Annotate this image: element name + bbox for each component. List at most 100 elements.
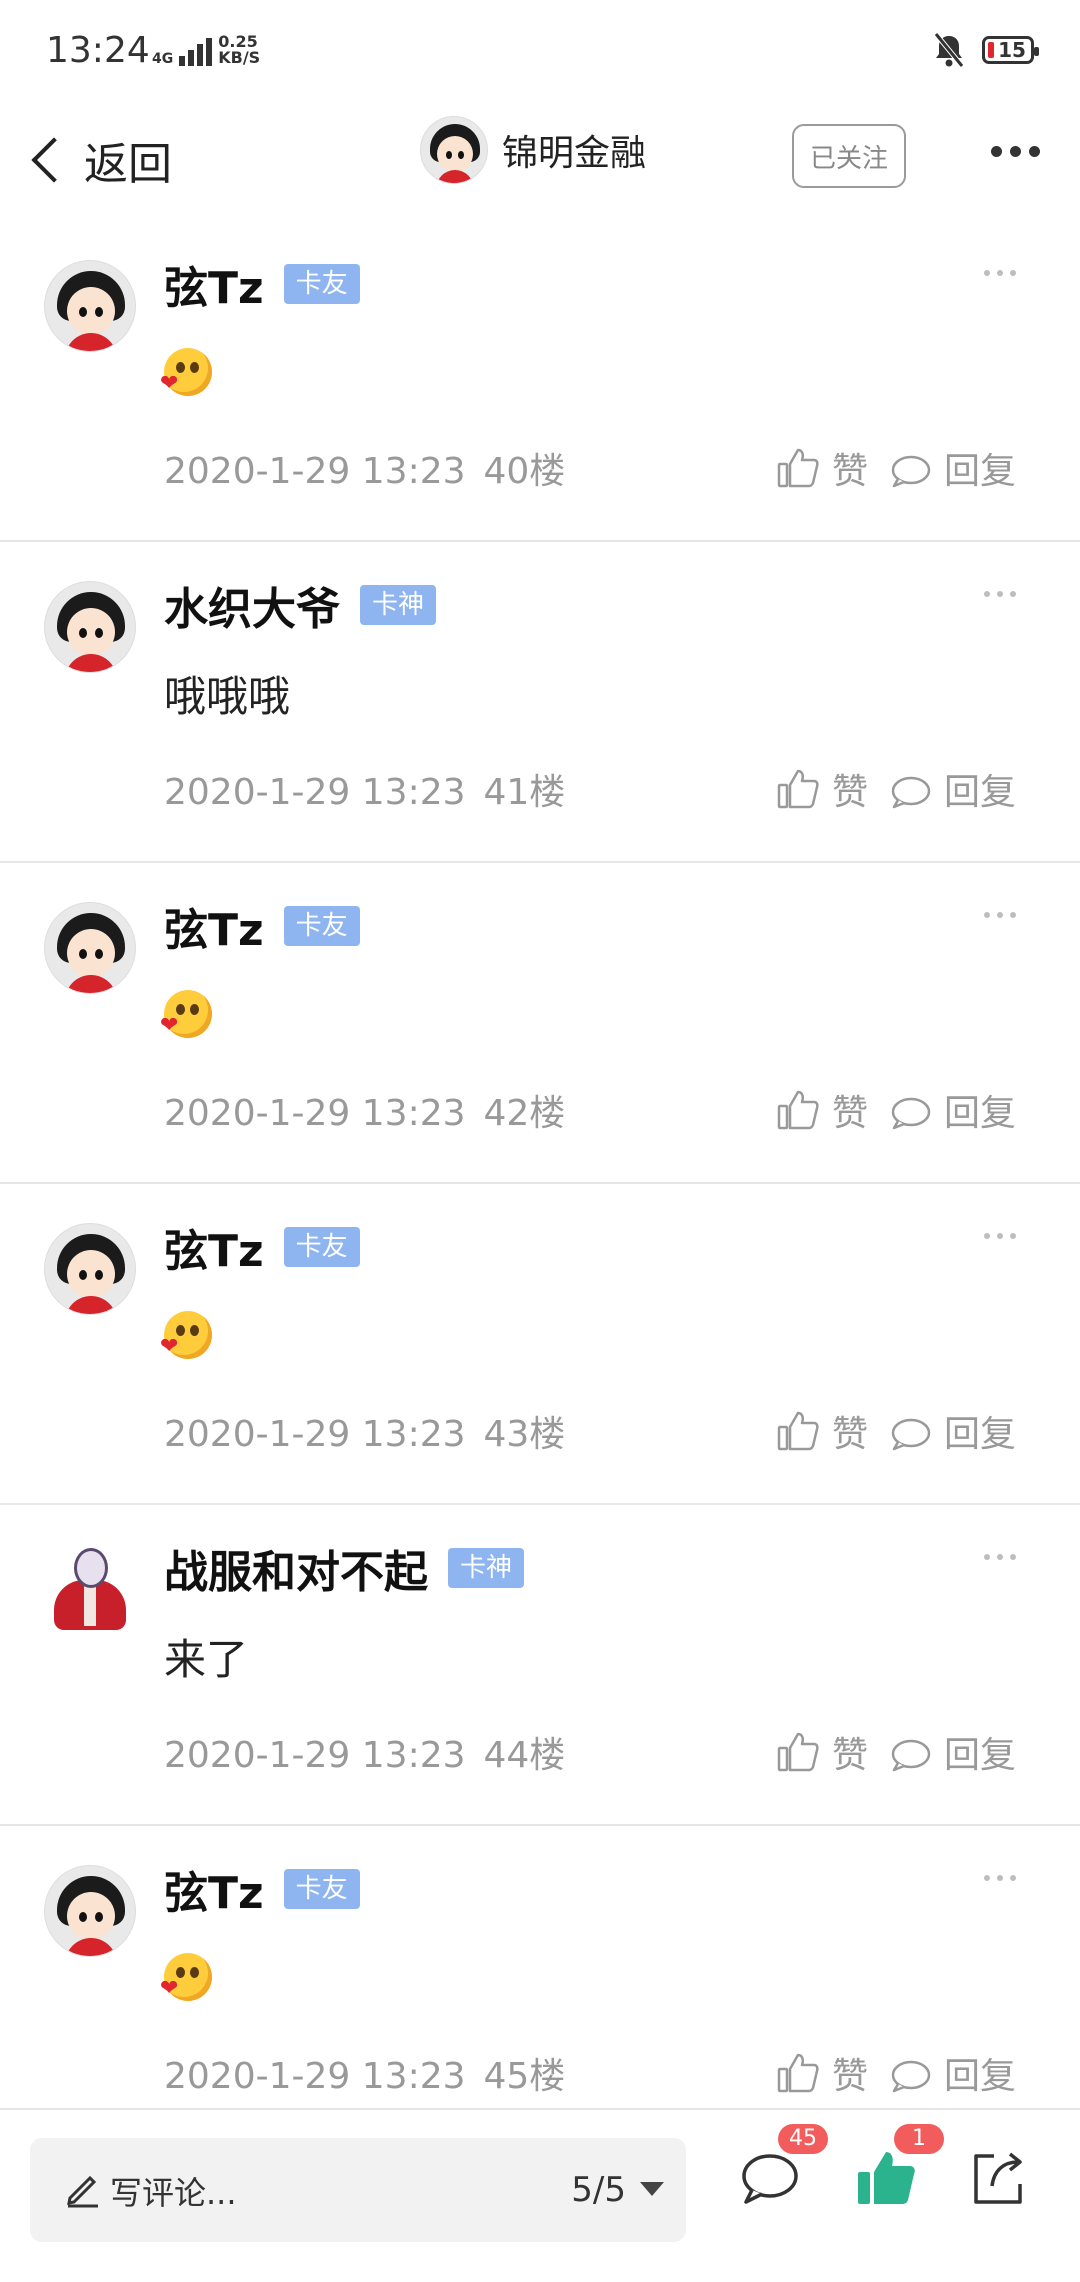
- status-bar: 13:24 4G 0.25 KB/S 15: [0, 0, 1080, 110]
- comment-actions: 赞 回复: [776, 442, 1016, 494]
- username[interactable]: 弦Tz: [164, 252, 264, 316]
- floor-number: 44楼: [483, 1735, 566, 1776]
- avatar-wrap: [44, 1865, 136, 1957]
- reply-bubble-icon: [891, 2060, 931, 2093]
- post-more-icon[interactable]: [984, 270, 1016, 276]
- account-name: 锦明金融: [502, 133, 647, 174]
- thumbs-up-icon: [858, 2152, 915, 2204]
- reply-bubble-icon: [891, 1418, 931, 1451]
- comment-meta: 2020-1-29 13:23 44楼: [164, 1726, 565, 1778]
- comment-count-button[interactable]: 45: [738, 2124, 828, 2210]
- comment-item: 弦Tz 卡友 ❤ 2020-1-29 13:23 40楼 赞 回复: [0, 222, 1080, 542]
- post-more-icon[interactable]: [984, 591, 1016, 597]
- avatar-wrap: [44, 902, 136, 994]
- reply-action[interactable]: 回复: [888, 1726, 1016, 1778]
- pen-icon: [67, 2175, 98, 2208]
- floor-number: 40楼: [483, 451, 566, 492]
- reply-bubble-icon: [891, 1739, 931, 1772]
- like-action[interactable]: 赞: [776, 2047, 868, 2099]
- user-info: 弦Tz 卡友: [164, 252, 360, 316]
- more-icon[interactable]: [991, 146, 1040, 157]
- back-button[interactable]: 返回: [22, 128, 172, 192]
- comment-content: ❤: [160, 1305, 212, 1359]
- user-info: 战服和对不起 卡神: [164, 1536, 525, 1600]
- post-more-icon[interactable]: [984, 912, 1016, 918]
- user-badge: 卡神: [360, 585, 437, 625]
- reply-bubble-icon: [891, 1097, 931, 1130]
- comment-icon: [742, 2154, 798, 2204]
- comment-content: 哦哦哦: [164, 663, 290, 724]
- comment-content: ❤: [160, 1947, 212, 2001]
- user-avatar[interactable]: [44, 1223, 136, 1315]
- username[interactable]: 战服和对不起: [164, 1536, 428, 1600]
- comment-item: 弦Tz 卡友 ❤ 2020-1-29 13:23 43楼 赞 回复: [0, 1185, 1080, 1505]
- thumbs-up-outline-icon: [777, 1090, 819, 1130]
- user-avatar[interactable]: [44, 902, 136, 994]
- speed-unit: KB/S: [218, 48, 261, 67]
- user-avatar[interactable]: [44, 581, 136, 673]
- like-button[interactable]: 1: [854, 2124, 944, 2210]
- comment-content: 来了: [164, 1626, 248, 1687]
- post-more-icon[interactable]: [984, 1554, 1016, 1560]
- user-badge: 卡友: [283, 1227, 360, 1267]
- account-info[interactable]: 锦明金融: [420, 116, 646, 184]
- like-action[interactable]: 赞: [776, 1405, 868, 1457]
- page-indicator[interactable]: 5/5: [571, 2170, 626, 2210]
- heart-emoji-icon: ❤: [160, 1953, 212, 2001]
- comment-count-badge: 45: [778, 2124, 828, 2154]
- like-action[interactable]: 赞: [776, 1084, 868, 1136]
- comment-text: 哦哦哦: [164, 672, 291, 721]
- follow-button[interactable]: 已关注: [792, 124, 906, 188]
- reply-label: 回复: [944, 1414, 1017, 1455]
- like-label: 赞: [832, 772, 869, 813]
- comment-item: 战服和对不起 卡神 来了 2020-1-29 13:23 44楼 赞 回复: [0, 1506, 1080, 1826]
- comment-actions: 赞 回复: [776, 763, 1016, 815]
- comment-item: 弦Tz 卡友 ❤ 2020-1-29 13:23 42楼 赞 回复: [0, 864, 1080, 1184]
- heart-emoji-icon: ❤: [160, 1311, 212, 1359]
- username[interactable]: 弦Tz: [164, 1215, 264, 1279]
- share-button[interactable]: [966, 2146, 1030, 2210]
- comment-meta: 2020-1-29 13:23 45楼: [164, 2047, 565, 2099]
- avatar-wrap: [44, 1223, 136, 1315]
- comment-actions: 赞 回复: [776, 1084, 1016, 1136]
- reply-action[interactable]: 回复: [888, 763, 1016, 815]
- user-avatar[interactable]: [44, 1544, 136, 1636]
- thumbs-up-outline-icon: [777, 1411, 819, 1451]
- thumbs-up-outline-icon: [777, 2053, 819, 2093]
- post-more-icon[interactable]: [984, 1875, 1016, 1881]
- user-avatar[interactable]: [44, 1865, 136, 1957]
- comment-time: 2020-1-29 13:23: [164, 1414, 466, 1455]
- like-action[interactable]: 赞: [776, 1726, 868, 1778]
- username[interactable]: 弦Tz: [164, 894, 264, 958]
- username[interactable]: 水织大爷: [164, 573, 340, 637]
- like-label: 赞: [832, 2056, 869, 2097]
- like-action[interactable]: 赞: [776, 442, 868, 494]
- battery-level: 15: [998, 38, 1026, 62]
- mute-bell-icon: [934, 32, 964, 68]
- comment-meta: 2020-1-29 13:23 40楼: [164, 442, 565, 494]
- reply-label: 回复: [944, 1093, 1017, 1134]
- reply-action[interactable]: 回复: [888, 2047, 1016, 2099]
- reply-action[interactable]: 回复: [888, 1084, 1016, 1136]
- comment-item: 水织大爷 卡神 哦哦哦 2020-1-29 13:23 41楼 赞 回复: [0, 543, 1080, 863]
- comment-placeholder: 写评论...: [110, 2174, 237, 2212]
- like-action[interactable]: 赞: [776, 763, 868, 815]
- heart-emoji-icon: ❤: [160, 990, 212, 1038]
- comment-input[interactable]: 写评论... 5/5: [30, 2138, 686, 2242]
- reply-label: 回复: [944, 451, 1017, 492]
- avatar-wrap: [44, 1544, 136, 1636]
- post-more-icon[interactable]: [984, 1233, 1016, 1239]
- user-avatar[interactable]: [44, 260, 136, 352]
- reply-action[interactable]: 回复: [888, 1405, 1016, 1457]
- comment-item: 弦Tz 卡友 ❤ 2020-1-29 13:23 45楼 赞 回复: [0, 1827, 1080, 2147]
- user-info: 弦Tz 卡友: [164, 894, 360, 958]
- comment-time: 2020-1-29 13:23: [164, 1735, 466, 1776]
- reply-action[interactable]: 回复: [888, 442, 1016, 494]
- username[interactable]: 弦Tz: [164, 1857, 264, 1921]
- comment-time: 2020-1-29 13:23: [164, 1093, 466, 1134]
- comment-content: ❤: [160, 984, 212, 1038]
- page-dropdown-icon[interactable]: [640, 2182, 664, 2196]
- like-label: 赞: [832, 1414, 869, 1455]
- comment-content: ❤: [160, 342, 212, 396]
- avatar-wrap: [44, 260, 136, 352]
